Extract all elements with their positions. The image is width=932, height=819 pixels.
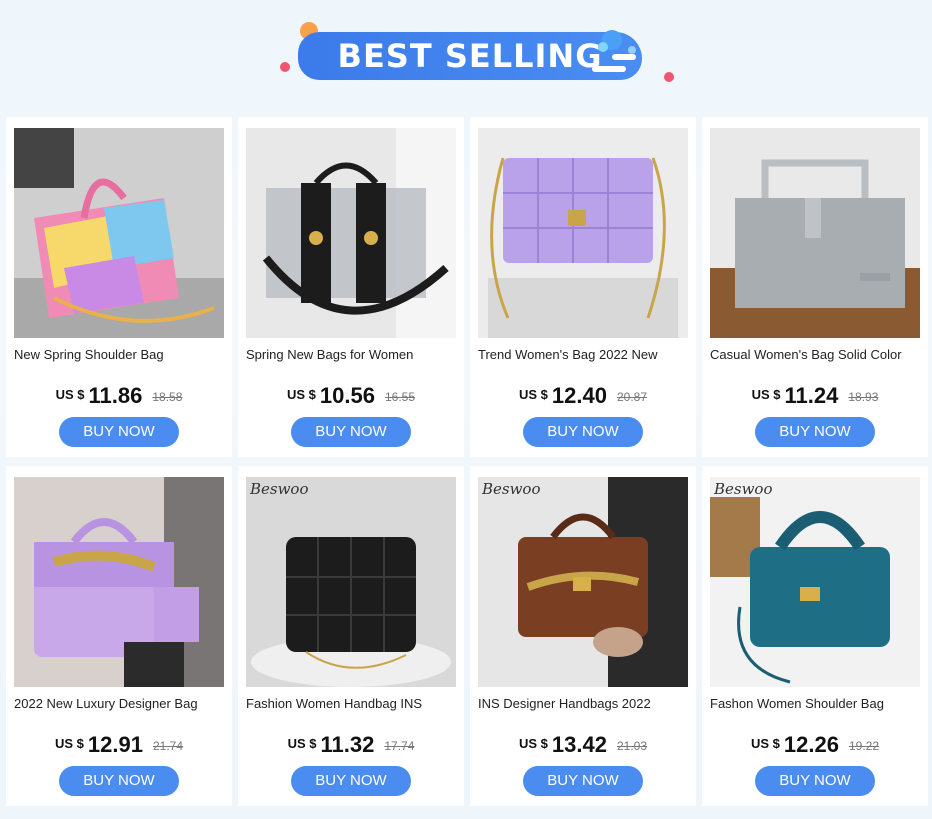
product-card[interactable]: Spring New Bags for Women US $10.56 16.55…: [238, 117, 464, 457]
decor-dot: [664, 72, 674, 82]
original-price: 18.93: [848, 390, 879, 404]
currency-label: US $: [55, 736, 84, 751]
buy-now-button[interactable]: BUY NOW: [59, 417, 179, 447]
product-image[interactable]: [14, 477, 224, 687]
product-image[interactable]: Beswoo: [478, 477, 688, 687]
sale-price: 12.40: [551, 383, 607, 408]
product-name[interactable]: Fashon Women Shoulder Bag: [710, 696, 924, 711]
brand-watermark: Beswoo: [250, 480, 309, 498]
product-name[interactable]: Casual Women's Bag Solid Color: [710, 347, 924, 362]
price-row: US $13.42 21.03: [470, 732, 696, 758]
product-photo: [478, 477, 688, 687]
currency-label: US $: [751, 736, 780, 751]
decor-dot: [598, 42, 608, 52]
product-photo: [710, 477, 920, 687]
buy-now-button[interactable]: BUY NOW: [755, 766, 875, 796]
decor-dash: [612, 54, 636, 60]
currency-label: US $: [519, 387, 548, 402]
price-row: US $11.24 18.93: [702, 383, 928, 409]
product-photo: [14, 128, 224, 338]
brand-watermark: Beswoo: [714, 480, 773, 498]
price-row: US $12.91 21.74: [6, 732, 232, 758]
original-price: 19.22: [848, 739, 879, 753]
product-name[interactable]: Fashion Women Handbag INS: [246, 696, 460, 711]
currency-label: US $: [287, 387, 316, 402]
sale-price: 13.42: [551, 732, 607, 757]
original-price: 17.74: [384, 739, 415, 753]
currency-label: US $: [55, 387, 85, 402]
product-card[interactable]: Beswoo Fashion Women Handbag INS US $11.…: [238, 466, 464, 806]
decor-dot: [280, 62, 290, 72]
sale-price: 10.56: [319, 383, 375, 408]
product-name[interactable]: 2022 New Luxury Designer Bag: [14, 696, 228, 711]
product-photo: [246, 477, 456, 687]
product-card[interactable]: 2022 New Luxury Designer Bag US $12.91 21…: [6, 466, 232, 806]
currency-label: US $: [519, 736, 548, 751]
product-image[interactable]: Beswoo: [246, 477, 456, 687]
product-photo: [478, 128, 688, 338]
product-image[interactable]: [246, 128, 456, 338]
buy-now-button[interactable]: BUY NOW: [59, 766, 179, 796]
price-row: US $12.40 20.87: [470, 383, 696, 409]
original-price: 18.58: [152, 390, 183, 404]
original-price: 20.87: [616, 390, 647, 404]
price-row: US $12.26 19.22: [702, 732, 928, 758]
original-price: 16.55: [384, 390, 415, 404]
sale-price: 11.86: [88, 383, 143, 408]
product-name[interactable]: New Spring Shoulder Bag: [14, 347, 228, 362]
sale-price: 12.91: [87, 732, 143, 757]
product-card[interactable]: Trend Women's Bag 2022 New US $12.40 20.8…: [470, 117, 696, 457]
buy-now-button[interactable]: BUY NOW: [755, 417, 875, 447]
product-card[interactable]: New Spring Shoulder Bag US $11.86 18.58 B…: [6, 117, 232, 457]
product-image[interactable]: [710, 128, 920, 338]
product-photo: [710, 128, 920, 338]
product-card[interactable]: Beswoo INS Designer Handbags 2022 US $13…: [470, 466, 696, 806]
product-image[interactable]: [14, 128, 224, 338]
decor-dash: [592, 66, 626, 72]
product-image[interactable]: [478, 128, 688, 338]
brand-watermark: Beswoo: [482, 480, 541, 498]
buy-now-button[interactable]: BUY NOW: [291, 766, 411, 796]
best-selling-banner: BEST SELLING: [272, 14, 674, 94]
product-photo: [246, 128, 456, 338]
sale-price: 11.24: [784, 383, 839, 408]
sale-price: 12.26: [783, 732, 839, 757]
original-price: 21.03: [616, 739, 647, 753]
currency-label: US $: [287, 736, 317, 751]
price-row: US $11.86 18.58: [6, 383, 232, 409]
price-row: US $11.32 17.74: [238, 732, 464, 758]
buy-now-button[interactable]: BUY NOW: [523, 417, 643, 447]
product-image[interactable]: Beswoo: [710, 477, 920, 687]
product-name[interactable]: Spring New Bags for Women: [246, 347, 460, 362]
buy-now-button[interactable]: BUY NOW: [291, 417, 411, 447]
banner-title: BEST SELLING: [337, 37, 603, 75]
product-card[interactable]: Beswoo Fashon Women Shoulder Bag US $12.…: [702, 466, 928, 806]
product-card[interactable]: Casual Women's Bag Solid Color US $11.24…: [702, 117, 928, 457]
product-name[interactable]: Trend Women's Bag 2022 New: [478, 347, 692, 362]
product-photo: [14, 477, 224, 687]
buy-now-button[interactable]: BUY NOW: [523, 766, 643, 796]
original-price: 21.74: [152, 739, 183, 753]
decor-dot: [628, 46, 636, 54]
product-name[interactable]: INS Designer Handbags 2022: [478, 696, 692, 711]
currency-label: US $: [751, 387, 781, 402]
price-row: US $10.56 16.55: [238, 383, 464, 409]
sale-price: 11.32: [320, 732, 375, 757]
product-grid: New Spring Shoulder Bag US $11.86 18.58 B…: [6, 117, 930, 806]
